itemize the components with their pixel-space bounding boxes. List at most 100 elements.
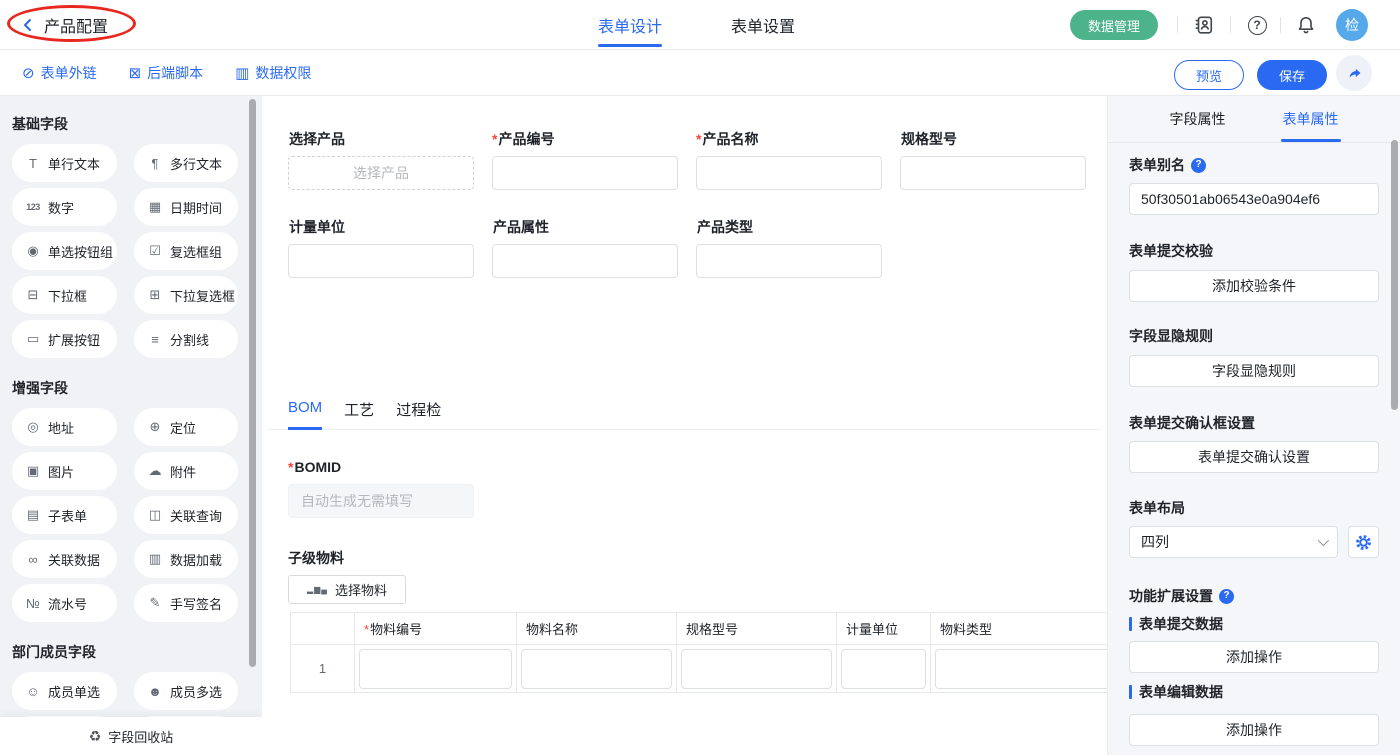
submit-confirm-button[interactable]: 表单提交确认设置 [1129,441,1379,473]
serial-icon: № [25,596,41,611]
bar-chart-icon: ▂▆▄ [307,585,328,594]
form-alias-input[interactable] [1129,183,1379,215]
dropdown-icon: ⊟ [25,287,41,303]
notification-bell-icon[interactable] [1294,13,1318,37]
bomid-input[interactable]: 自动生成无需填写 [288,484,474,518]
backend-script-button[interactable]: ⊠ 后端脚本 [129,63,204,83]
form-field-product-name: *产品名称 [696,131,882,190]
layout-settings-button[interactable] [1348,526,1379,558]
field-type-divider[interactable]: ≡分割线 [134,320,238,358]
panel-scrollbar[interactable] [1391,140,1398,410]
external-link-button[interactable]: ⊘ 表单外链 [22,63,97,83]
field-type-signature[interactable]: ✎手写签名 [134,584,238,622]
field-type-image[interactable]: ▣图片 [12,452,117,490]
submit-confirm-label: 表单提交确认框设置 [1129,415,1379,431]
subtab-bom[interactable]: BOM [288,399,322,430]
data-manage-button[interactable]: 数据管理 [1070,10,1158,40]
field-visibility-button[interactable]: 字段显隐规则 [1129,355,1379,387]
field-type-data-load[interactable]: ▥数据加载 [134,540,238,578]
product-code-input[interactable] [492,156,678,190]
field-type-radio-group[interactable]: ◉单选按钮组 [12,232,117,270]
multi-line-text-icon: ¶ [147,156,163,171]
page-title: 产品配置 [44,13,108,37]
field-type-linked-query[interactable]: ◫关联查询 [134,496,238,534]
extension-settings-label: 功能扩展设置 ? [1129,588,1379,604]
edit-data-group-label: 表单编辑数据 [1129,684,1379,700]
field-type-linked-data[interactable]: ∞关联数据 [12,540,117,578]
form-field-product-code: *产品编号 [492,131,678,190]
pick-material-button[interactable]: ▂▆▄ 选择物料 [288,575,406,604]
accent-bar [1129,617,1132,631]
subtab-inspection[interactable]: 过程检 [396,399,441,429]
field-type-select[interactable]: ⊟下拉框 [12,276,117,314]
bomid-label: *BOMID [288,459,1101,475]
save-button[interactable]: 保存 [1257,60,1327,90]
field-type-serial-number[interactable]: №流水号 [12,584,117,622]
unit-cell-input[interactable] [841,649,926,689]
field-type-address[interactable]: ◎地址 [12,408,117,446]
submit-data-add-button[interactable]: 添加操作 [1129,641,1379,673]
form-field-product-attr: 产品属性 [492,219,678,278]
edit-data-add-button[interactable]: 添加操作 [1129,714,1379,746]
field-type-number[interactable]: 123数字 [12,188,117,226]
field-type-member-single[interactable]: ☺成员单选 [12,672,117,710]
section-basic-fields: 基础字段 [12,114,250,134]
col-row-number [291,613,355,645]
help-icon[interactable]: ? [1219,589,1234,604]
field-type-multi-select[interactable]: ⊞下拉复选框 [134,276,238,314]
tab-form-settings[interactable]: 表单设置 [731,0,795,50]
tab-form-properties[interactable]: 表单属性 [1283,96,1339,142]
material-code-input[interactable] [359,649,512,689]
preview-button[interactable]: 预览 [1174,60,1244,90]
unit-input[interactable] [288,244,474,278]
field-type-subform[interactable]: ▤子表单 [12,496,117,534]
form-field-unit: 计量单位 [288,219,474,278]
field-type-datetime[interactable]: ▦日期时间 [134,188,238,226]
field-type-member-multi[interactable]: ☻成员多选 [134,672,238,710]
field-type-extend-button[interactable]: ▭扩展按钮 [12,320,117,358]
col-spec-model: 规格型号 [677,613,837,645]
material-type-input[interactable] [935,649,1107,689]
number-icon: 123 [25,202,41,212]
contacts-icon[interactable] [1192,13,1216,37]
field-type-geolocation[interactable]: ⊕定位 [134,408,238,446]
col-material-code: *物料编号 [355,613,517,645]
back-button[interactable]: 产品配置 [20,13,108,37]
help-icon[interactable]: ? [1245,13,1269,37]
material-name-input[interactable] [521,649,672,689]
link-chain-icon: ∞ [25,552,41,567]
share-arrow-icon [1346,65,1363,82]
product-name-input[interactable] [696,156,882,190]
tab-form-design[interactable]: 表单设计 [598,0,662,50]
active-tab-underline [598,44,662,47]
field-recycle-bin[interactable]: ♻ 字段回收站 [0,717,262,755]
subtab-process[interactable]: 工艺 [344,399,374,429]
col-material-type: 物料类型 [931,613,1108,645]
submit-validation-label: 表单提交校验 [1129,243,1379,259]
sidebar-scrollbar[interactable] [249,99,256,667]
add-validation-button[interactable]: 添加校验条件 [1129,270,1379,302]
spec-model-cell-input[interactable] [681,649,832,689]
share-button[interactable] [1336,55,1372,91]
data-permission-button[interactable]: ▥ 数据权限 [235,63,311,83]
layout-select[interactable]: 四列 [1129,526,1338,558]
user-avatar[interactable]: 检 [1336,9,1368,41]
field-type-checkbox-group[interactable]: ☑复选框组 [134,232,238,270]
permission-icon: ▥ [235,64,249,82]
subform-icon: ▤ [25,507,41,523]
select-product-button[interactable]: 选择产品 [288,156,474,190]
top-header: 产品配置 表单设计 表单设置 数据管理 ? 检 [0,0,1400,50]
field-type-multi-line-text[interactable]: ¶多行文本 [134,144,238,182]
divider-icon: ≡ [147,332,163,347]
subform-section: BOM 工艺 过程检 *BOMID 自动生成无需填写 子级物料 ▂▆▄ 选择物料… [268,399,1101,693]
field-type-single-line-text[interactable]: T单行文本 [12,144,117,182]
product-type-input[interactable] [696,244,882,278]
help-icon[interactable]: ? [1191,158,1206,173]
field-type-attachment[interactable]: ☁附件 [134,452,238,490]
spec-model-input[interactable] [900,156,1086,190]
child-material-label: 子级物料 [288,550,1101,566]
product-attr-input[interactable] [492,244,678,278]
person-icon: ☺ [25,684,41,699]
col-material-name: 物料名称 [517,613,677,645]
tab-field-properties[interactable]: 字段属性 [1170,96,1226,142]
